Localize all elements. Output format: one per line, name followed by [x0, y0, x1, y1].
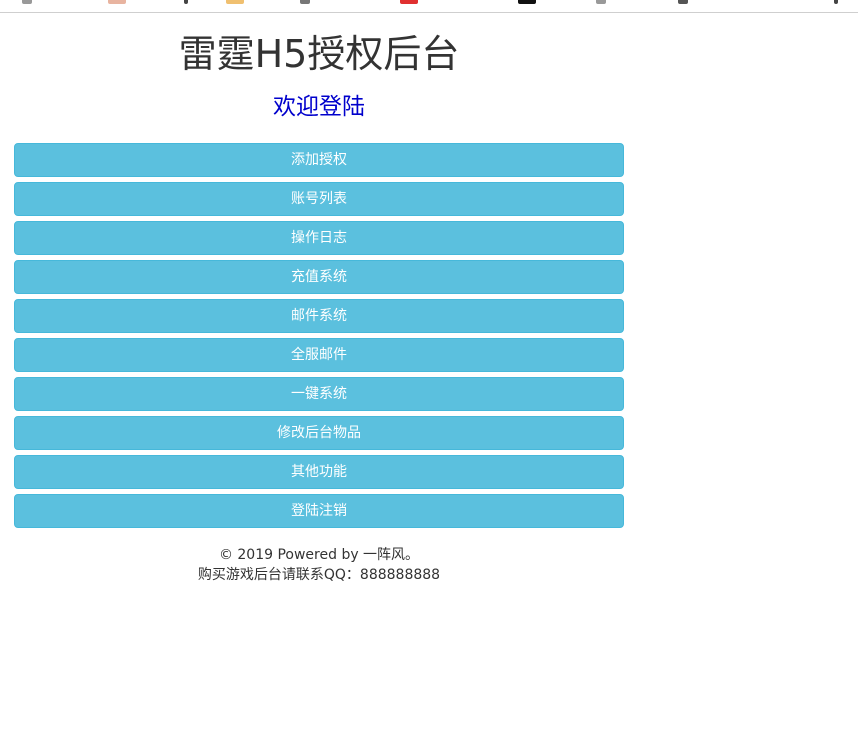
modify-backend-items-button[interactable]: 修改后台物品 — [14, 416, 624, 450]
account-list-button[interactable]: 账号列表 — [14, 182, 624, 216]
copyright-text: © 2019 Powered by 一阵风。 — [218, 547, 420, 563]
admin-panel: 雷霆H5授权后台 欢迎登陆 添加授权 账号列表 操作日志 充值系统 邮件系统 全… — [14, 13, 624, 585]
contact-text: 购买游戏后台请联系QQ：888888888 — [197, 567, 441, 583]
toolbar-icon-fragment — [22, 0, 32, 4]
toolbar-icon-fragment — [184, 0, 188, 4]
server-wide-mail-button[interactable]: 全服邮件 — [14, 338, 624, 372]
logout-button[interactable]: 登陆注销 — [14, 494, 624, 528]
toolbar-icon-fragment — [596, 0, 606, 4]
footer: © 2019 Powered by 一阵风。 购买游戏后台请联系QQ：88888… — [14, 545, 624, 585]
one-click-system-button[interactable]: 一键系统 — [14, 377, 624, 411]
welcome-subtitle: 欢迎登陆 — [273, 94, 365, 120]
page-title: 雷霆H5授权后台 — [178, 32, 460, 76]
toolbar-icon-fragment — [518, 0, 536, 4]
main-menu: 添加授权 账号列表 操作日志 充值系统 邮件系统 全服邮件 一键系统 修改后台物… — [14, 143, 624, 528]
toolbar-icon-fragment — [300, 0, 310, 4]
browser-toolbar-strip — [0, 0, 858, 13]
mail-system-button[interactable]: 邮件系统 — [14, 299, 624, 333]
add-authorization-button[interactable]: 添加授权 — [14, 143, 624, 177]
toolbar-icon-fragment — [226, 0, 244, 4]
toolbar-icon-fragment — [108, 0, 126, 4]
recharge-system-button[interactable]: 充值系统 — [14, 260, 624, 294]
toolbar-icon-fragment — [678, 0, 688, 4]
operation-log-button[interactable]: 操作日志 — [14, 221, 624, 255]
other-functions-button[interactable]: 其他功能 — [14, 455, 624, 489]
toolbar-icon-fragment — [400, 0, 418, 4]
toolbar-icon-fragment — [834, 0, 838, 4]
